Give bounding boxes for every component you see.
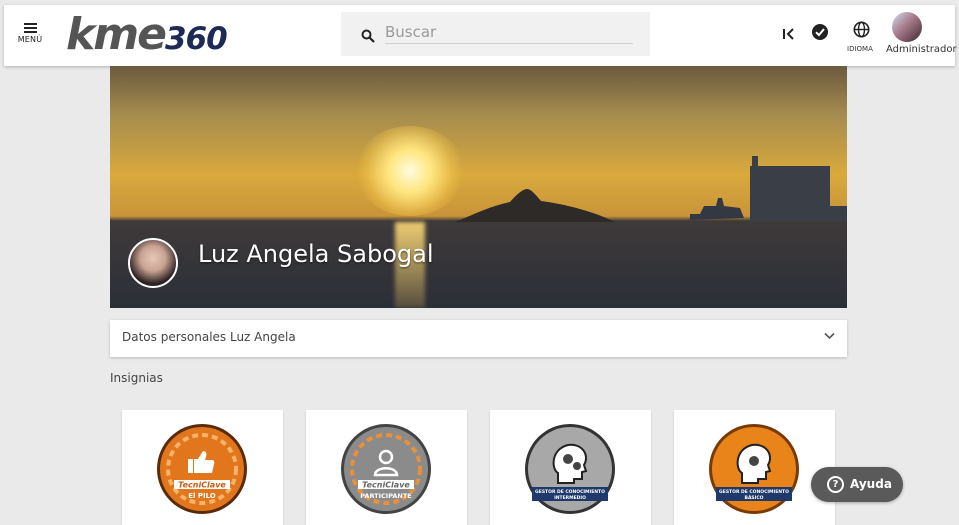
menu-label: MENÚ: [17, 35, 43, 44]
head-gear-icon: GESTOR DE CONOCIMIENTO BÁSICO: [709, 424, 799, 514]
profile-name: Luz Angela Sabogal: [198, 240, 434, 268]
badge-label: El PILO: [188, 492, 216, 500]
badge-card[interactable]: TecniClave El PILO: [122, 410, 283, 525]
head-gears-icon: GESTOR DE CONOCIMIENTO INTERMEDIO: [525, 424, 615, 514]
badge-label: INTERMEDIO: [554, 495, 586, 501]
help-label: Ayuda: [850, 477, 892, 491]
help-icon: ?: [827, 476, 844, 493]
user-avatar[interactable]: [892, 12, 922, 42]
logo-text: kme: [66, 9, 167, 60]
badge-card[interactable]: GESTOR DE CONOCIMIENTO BÁSICO: [674, 410, 835, 525]
help-button[interactable]: ? Ayuda: [811, 467, 903, 502]
profile-cover-image: Luz Angela Sabogal: [110, 66, 847, 308]
chevron-down-icon[interactable]: [824, 332, 835, 340]
badge-brand: TecniClave: [362, 481, 410, 490]
badge-label: BÁSICO: [745, 494, 764, 501]
cover-sun: [355, 126, 465, 216]
search-input[interactable]: [385, 20, 633, 44]
language-label[interactable]: IDIOMA: [847, 45, 873, 53]
badge-gestor-basico: GESTOR DE CONOCIMIENTO BÁSICO: [708, 423, 800, 515]
cover-island: [455, 189, 615, 222]
badge-label: PARTICIPANTE: [360, 492, 411, 500]
top-bar: MENÚ kme360 IDIOMA Administrador: [4, 5, 957, 66]
badge-brand: GESTOR DE CONOCIMIENTO: [719, 489, 789, 495]
badge-gestor-intermedio: GESTOR DE CONOCIMIENTO INTERMEDIO: [524, 423, 616, 515]
search-icon[interactable]: [361, 29, 375, 43]
accordion-title: Datos personales Luz Angela: [122, 330, 296, 344]
logo-number: 360: [164, 21, 228, 57]
user-label[interactable]: Administrador: [886, 44, 957, 55]
badge-participante: TecniClave PARTICIPANTE: [340, 423, 432, 515]
cover-ship: [690, 156, 847, 221]
profile-avatar[interactable]: [128, 238, 178, 288]
menu-button[interactable]: MENÚ: [14, 23, 46, 53]
check-circle-icon[interactable]: [812, 24, 828, 40]
badge-card[interactable]: GESTOR DE CONOCIMIENTO INTERMEDIO: [490, 410, 651, 525]
personal-data-accordion[interactable]: Datos personales Luz Angela: [110, 320, 847, 357]
person-icon: TecniClave PARTICIPANTE: [341, 424, 431, 514]
thumbs-up-icon: TecniClave El PILO: [157, 424, 247, 514]
badge-card[interactable]: TecniClave PARTICIPANTE: [306, 410, 467, 525]
logo[interactable]: kme360: [66, 9, 228, 61]
collapse-left-icon[interactable]: [782, 28, 796, 40]
globe-icon[interactable]: [853, 21, 870, 38]
hamburger-icon: [23, 23, 37, 33]
badge-brand: GESTOR DE CONOCIMIENTO: [535, 489, 605, 495]
search-box: [341, 12, 650, 56]
badge-brand: TecniClave: [178, 481, 226, 490]
badge-el-pilo: TecniClave El PILO: [156, 423, 248, 515]
badges-section-title: Insignias: [110, 371, 163, 385]
